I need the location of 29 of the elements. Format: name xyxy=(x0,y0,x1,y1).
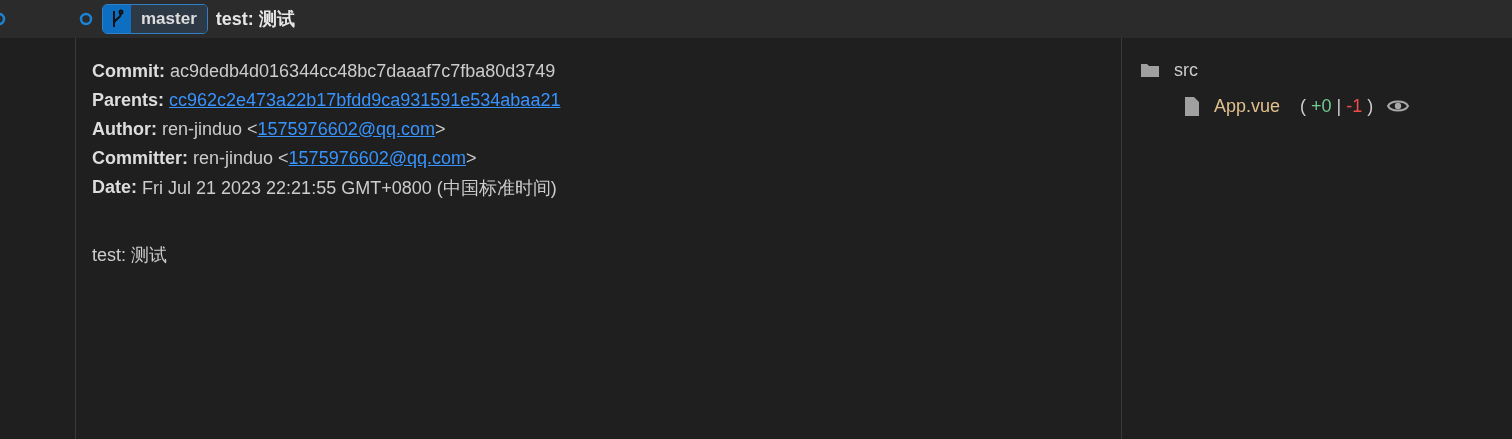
paren: ( xyxy=(1300,95,1307,117)
commit-message: test: 测试 xyxy=(92,243,167,267)
graph-node-icon xyxy=(79,12,93,26)
eye-icon[interactable] xyxy=(1387,98,1410,114)
field-value: ac9dedb4d016344cc48bc7daaaf7c7fba80d3749 xyxy=(170,61,556,82)
folder-name[interactable]: src xyxy=(1174,59,1198,81)
link[interactable]: 1575976602@qq.com xyxy=(257,119,435,140)
field-value: Fri Jul 21 2023 22:21:55 GMT+0800 (中国标准时间) xyxy=(142,176,557,200)
field-label: Author: xyxy=(92,119,157,140)
file-icon xyxy=(1184,96,1200,116)
separator: | xyxy=(1336,95,1342,117)
field-value: ren-jinduo < xyxy=(193,148,289,169)
file-name[interactable]: App.vue xyxy=(1214,95,1281,117)
added-count: +0 xyxy=(1311,95,1332,117)
folder-icon xyxy=(1140,62,1160,78)
field-label: Parents: xyxy=(92,90,165,111)
field-label: Committer: xyxy=(92,148,188,169)
commit-title: test: 测试 xyxy=(215,8,295,31)
field-value: > xyxy=(466,148,477,169)
field-value: ren-jinduo < xyxy=(162,119,258,140)
branch-icon xyxy=(110,9,124,29)
link[interactable]: 1575976602@qq.com xyxy=(288,148,466,169)
paren: ) xyxy=(1367,95,1374,117)
field-label: Date: xyxy=(92,177,137,198)
link[interactable]: cc962c2e473a22b17bfdd9ca931591e534abaa21 xyxy=(169,90,561,111)
field-label: Commit: xyxy=(92,61,165,82)
field-value: > xyxy=(435,119,446,140)
branch-name: master xyxy=(131,5,207,33)
deleted-count: -1 xyxy=(1346,95,1363,117)
